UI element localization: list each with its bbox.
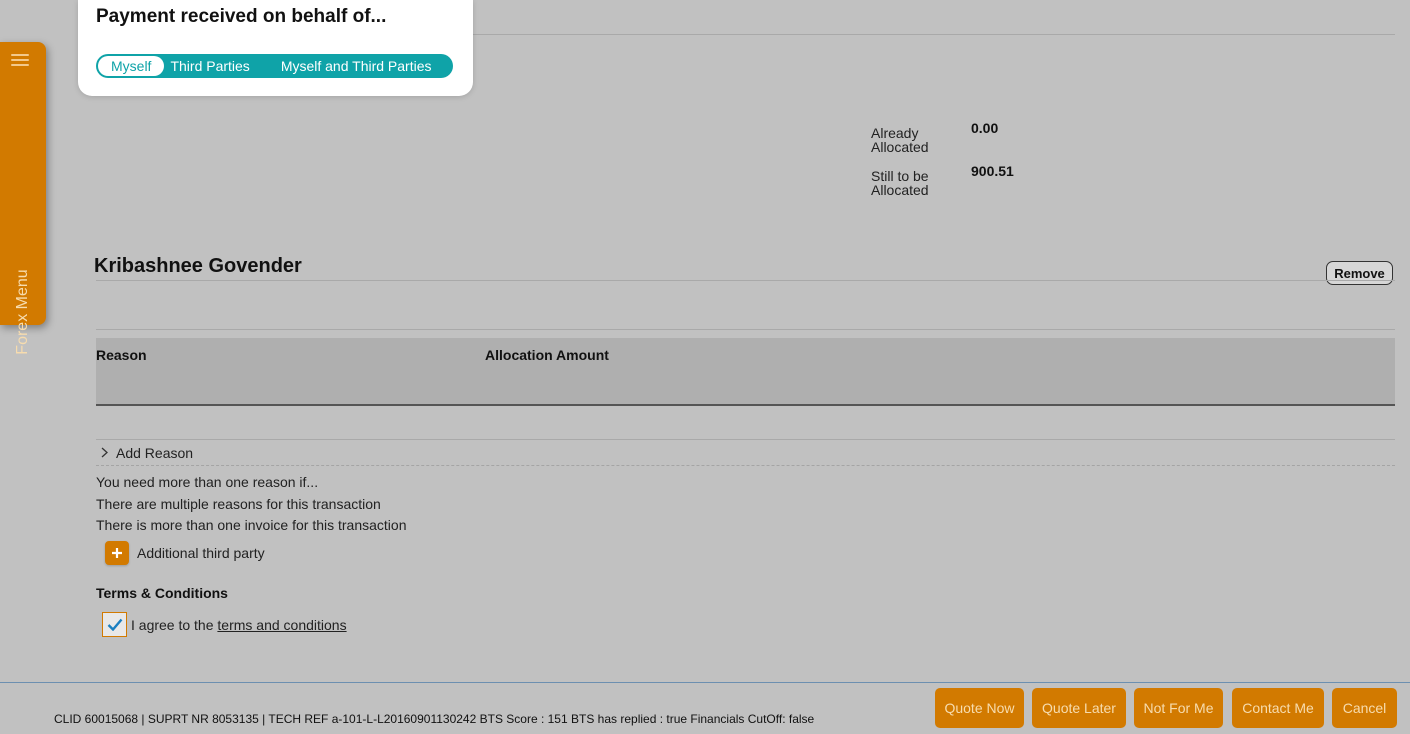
terms-agree-prefix: I agree to the — [131, 616, 218, 633]
footer-info-text: CLID 60015068 | SUPRT NR 8053135 | TECH … — [54, 712, 815, 726]
terms-heading: Terms & Conditions — [96, 585, 228, 601]
reason-table-header: Reason Allocation Amount — [96, 338, 1395, 406]
terms-text: I agree to the terms and conditions — [131, 617, 347, 633]
hamburger-icon[interactable] — [11, 54, 29, 66]
checkmark-icon — [107, 618, 122, 631]
terms-agreement-row: I agree to the terms and conditions — [102, 612, 347, 637]
forex-menu-tab[interactable]: Forex Menu — [0, 42, 46, 355]
still-to-be-allocated-label: Still to be Allocated — [871, 169, 929, 197]
table-top-divider — [96, 329, 1395, 330]
not-for-me-button[interactable]: Not For Me — [1134, 688, 1223, 728]
already-allocated-value: 0.00 — [971, 120, 999, 136]
already-allocated-label: Already Allocated — [871, 126, 929, 154]
segment-myself[interactable]: Myself — [98, 56, 165, 76]
forex-menu-label-wrap: Forex Menu — [0, 257, 46, 367]
additional-third-party-button[interactable]: Additional third party — [105, 541, 265, 565]
footer-bar: CLID 60015068 | SUPRT NR 8053135 | TECH … — [0, 682, 1410, 734]
person-name: Kribashnee Govender — [94, 255, 302, 277]
chevron-right-icon — [100, 446, 116, 461]
payment-behalf-popup: Payment received on behalf of... Myself … — [78, 0, 473, 96]
info-line-3: There is more than one invoice for this … — [96, 517, 407, 533]
forex-menu-label: Forex Menu — [14, 269, 31, 355]
still-allocated-label-line1: Still to be — [871, 168, 929, 184]
already-allocated-label-line2: Allocated — [871, 139, 929, 155]
add-reason-label: Add Reason — [116, 445, 194, 461]
person-divider — [96, 280, 1395, 281]
quote-now-button[interactable]: Quote Now — [935, 688, 1024, 728]
column-allocation-amount: Allocation Amount — [485, 347, 609, 363]
segment-third-parties[interactable]: Third Parties — [168, 56, 266, 76]
info-line-1: You need more than one reason if... — [96, 474, 319, 490]
popup-title: Payment received on behalf of... — [96, 6, 387, 27]
behalf-segmented-control: Myself Third Parties Myself and Third Pa… — [96, 54, 453, 78]
terms-checkbox[interactable] — [102, 612, 127, 637]
terms-and-conditions-link[interactable]: terms and conditions — [217, 617, 346, 633]
dotted-divider — [96, 465, 1395, 466]
column-reason: Reason — [96, 347, 147, 363]
additional-third-party-label: Additional third party — [137, 545, 265, 561]
info-line-2: There are multiple reasons for this tran… — [96, 496, 381, 512]
contact-me-button[interactable]: Contact Me — [1232, 688, 1324, 728]
quote-later-button[interactable]: Quote Later — [1032, 688, 1126, 728]
already-allocated-label-line1: Already — [871, 125, 919, 141]
still-allocated-label-line2: Allocated — [871, 182, 929, 198]
segment-myself-and-third-parties[interactable]: Myself and Third Parties — [267, 56, 446, 76]
plus-icon[interactable] — [105, 541, 129, 565]
add-reason-divider — [96, 439, 1395, 440]
add-reason-toggle[interactable]: Add Reason — [100, 444, 193, 462]
remove-button[interactable]: Remove — [1326, 261, 1393, 285]
still-to-be-allocated-value: 900.51 — [971, 163, 1014, 179]
cancel-button[interactable]: Cancel — [1332, 688, 1397, 728]
